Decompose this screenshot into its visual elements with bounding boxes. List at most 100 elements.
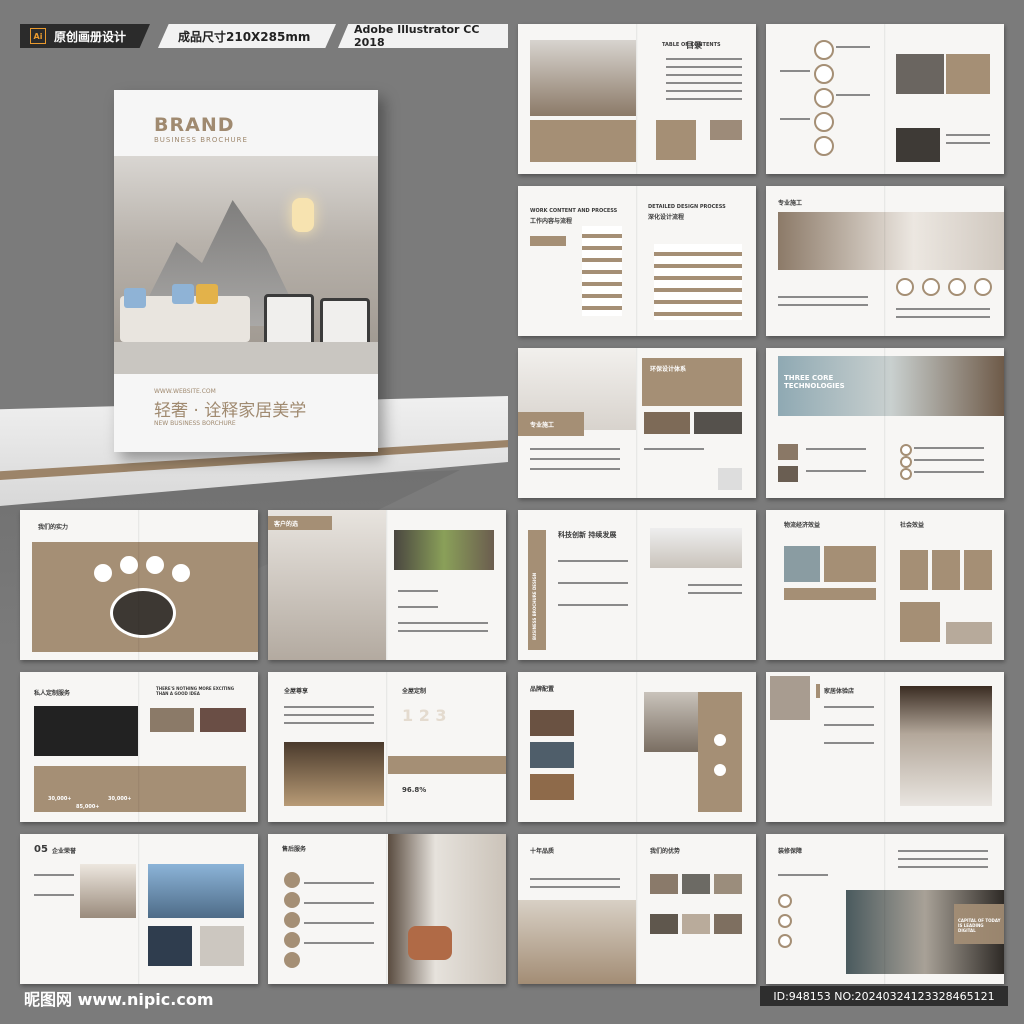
detail-en: DETAILED DESIGN PROCESS (648, 204, 726, 210)
header-tag-original: Ai 原创画册设计 (20, 24, 150, 48)
stat-3: 30,000+ (108, 796, 132, 802)
toc-line (666, 90, 742, 92)
pro-cn-2: 专业施工 (530, 422, 555, 429)
enterprise-cn: 企业荣誉 (52, 848, 77, 855)
bullet-icon (900, 468, 912, 480)
feature-icon (778, 914, 792, 928)
text-line (896, 308, 990, 310)
fullcustom-cn: 全屋定制 (402, 688, 427, 695)
enterprise-no: 05 (34, 844, 48, 855)
room-photo (530, 710, 574, 736)
cover-brand: BRAND (154, 114, 235, 136)
staircase-photo (778, 212, 1004, 270)
text-line (34, 894, 74, 896)
accent-panel (34, 766, 246, 812)
text-line (530, 448, 620, 450)
text-line (914, 459, 984, 461)
spread-work-process: WORK CONTENT AND PROCESS 工作内容与流程 DETAILE… (518, 186, 756, 336)
text-line (898, 850, 988, 852)
brochure-cover: BRAND BUSINESS BROCHURE WWW.WEBSITE.COM … (114, 90, 378, 452)
dining-room-photo (268, 510, 386, 660)
toc-line (666, 66, 742, 68)
balcony-photo (148, 864, 244, 918)
room-photo (530, 742, 574, 768)
process-steps (582, 226, 622, 316)
text-line (284, 722, 374, 724)
innov-cn: 科技创新 持续发展 (558, 531, 617, 539)
shelf-photo (644, 692, 698, 752)
custom-cn: 私人定制服务 (34, 690, 71, 697)
text-line (780, 70, 810, 72)
detail-cn: 深化设计流程 (648, 214, 685, 221)
spread-construction: 专业施工 (766, 186, 1004, 336)
shelf-room-photo (518, 900, 636, 984)
armchair-photo (388, 834, 506, 984)
spread-aftersale: 售后服务 (268, 834, 506, 984)
spread-decoration: 装修保障 CAPITAL OF TODAY IS LEADING DIGITAL (766, 834, 1004, 984)
text-line (824, 706, 874, 708)
text-line (558, 560, 628, 562)
text-line (688, 592, 742, 594)
image-id-bar: ID:948153 NO:20240324123328465121 (760, 986, 1008, 1006)
logistics-cn: 物流经济效益 (784, 522, 821, 529)
room-photo (896, 128, 940, 162)
floor (114, 342, 378, 374)
site-watermark: 昵图网 www.nipic.com (24, 990, 214, 1009)
header-tag-software: Adobe Illustrator CC 2018 (338, 24, 508, 48)
room-photo (784, 546, 820, 582)
text-line (284, 706, 374, 708)
stat-1: 30,000+ (48, 796, 72, 802)
strength-cn: 我们的实力 (38, 524, 69, 531)
text-line (398, 630, 488, 632)
text-line (780, 118, 810, 120)
accent-band (530, 120, 636, 162)
year-badge (922, 278, 940, 296)
spread-strength: 我们的实力 (20, 510, 258, 660)
deco-cn: 装修保障 (778, 848, 803, 855)
spread-vip: 全屋尊享 全屋定制 1 2 3 96.8% (268, 672, 506, 822)
work-en: WORK CONTENT AND PROCESS (530, 208, 618, 214)
feature-icon (778, 894, 792, 908)
feature-icon (712, 762, 728, 778)
accent-block (900, 602, 940, 642)
vertical-band (528, 530, 546, 650)
text-line (898, 866, 988, 868)
text-line (898, 858, 988, 860)
room-photo (530, 774, 574, 800)
cover-website: WWW.WEBSITE.COM (154, 388, 216, 395)
text-line (914, 447, 984, 449)
header-tag-software-label: Adobe Illustrator CC 2018 (354, 23, 480, 49)
accent-strip (784, 588, 876, 600)
service-icon (284, 932, 300, 948)
env-cn: 环保设计体系 (650, 366, 687, 373)
store-photo (900, 686, 992, 806)
text-line (836, 94, 870, 96)
accent-block (656, 120, 696, 160)
nothing-en: THERE'S NOTHING MORE EXCITING THAN A GOO… (156, 686, 234, 696)
spread-client: 客户的选 (268, 510, 506, 660)
lamp-icon (292, 198, 314, 232)
step-numbers: 1 2 3 (402, 706, 447, 725)
hex-icon (814, 40, 834, 60)
feature-icon (778, 934, 792, 948)
text-line (558, 582, 628, 584)
thumb-photo (710, 120, 742, 140)
aftersale-cn: 售后服务 (282, 846, 307, 853)
vertical-title: BUSINESS BROCHURE DESIGN (532, 572, 537, 640)
text-line (304, 902, 374, 904)
toc-line (666, 98, 742, 100)
sofa-photo (644, 412, 690, 434)
bedroom-photo (110, 588, 176, 638)
thumb-photo (650, 874, 678, 894)
accent-block (932, 550, 960, 590)
header-tag-size-label: 成品尺寸210X285mm (178, 29, 311, 44)
text-line (530, 458, 620, 460)
percent: 96.8% (402, 786, 427, 794)
accent-block (964, 550, 992, 590)
thumb-photo (714, 874, 742, 894)
toc-line (666, 82, 742, 84)
staircase-photo (650, 528, 742, 568)
service-icon (284, 912, 300, 928)
brand-cfg-cn: 品牌配置 (530, 686, 555, 693)
pillow (196, 284, 218, 304)
